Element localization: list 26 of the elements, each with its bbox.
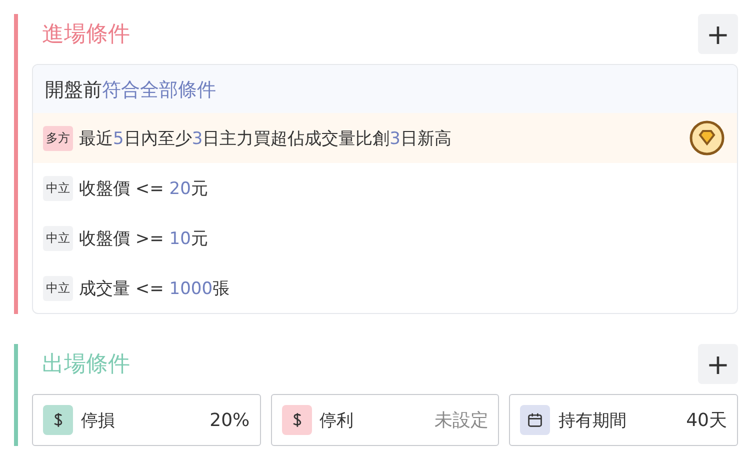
add-button[interactable]: + [698,344,738,384]
condition-tag: 多方 [43,126,73,150]
field-label: 停利 [320,410,355,432]
condition-text: 成交量 <= 1000張 [79,278,231,300]
field-label: 持有期間 [558,410,628,432]
condition-text: 收盤價 >= 10元 [79,228,209,250]
exit-condition-field[interactable]: 停利 未設定 [270,394,500,446]
condition-summary: 開盤前符合全部條件 [33,65,737,113]
condition-tag: 中立 [43,176,73,200]
condition-tag: 中立 [43,276,73,300]
dollar-icon [52,411,64,429]
section-title: 出場條件 [41,351,130,379]
exit-condition-field[interactable]: 持有期間 40天 [509,394,738,446]
field-value: 未設定 [434,409,488,432]
condition-text: 收盤價 <= 20元 [79,178,209,200]
field-label: 停損 [81,410,116,432]
dollar-icon [290,411,303,429]
gem-badge-icon [689,120,725,156]
condition-tag: 中立 [43,226,73,250]
condition-text: 最近5 日內至少3 日主力買超佔成交量比創3 日新高 [79,128,452,150]
field-value: 20% [210,410,250,430]
calendar-icon [527,412,544,428]
exit-condition-field[interactable]: 停損 20% [32,394,261,446]
field-value: 40天 [686,409,728,432]
section-title: 進場條件 [41,21,130,49]
add-button[interactable]: + [698,14,738,54]
